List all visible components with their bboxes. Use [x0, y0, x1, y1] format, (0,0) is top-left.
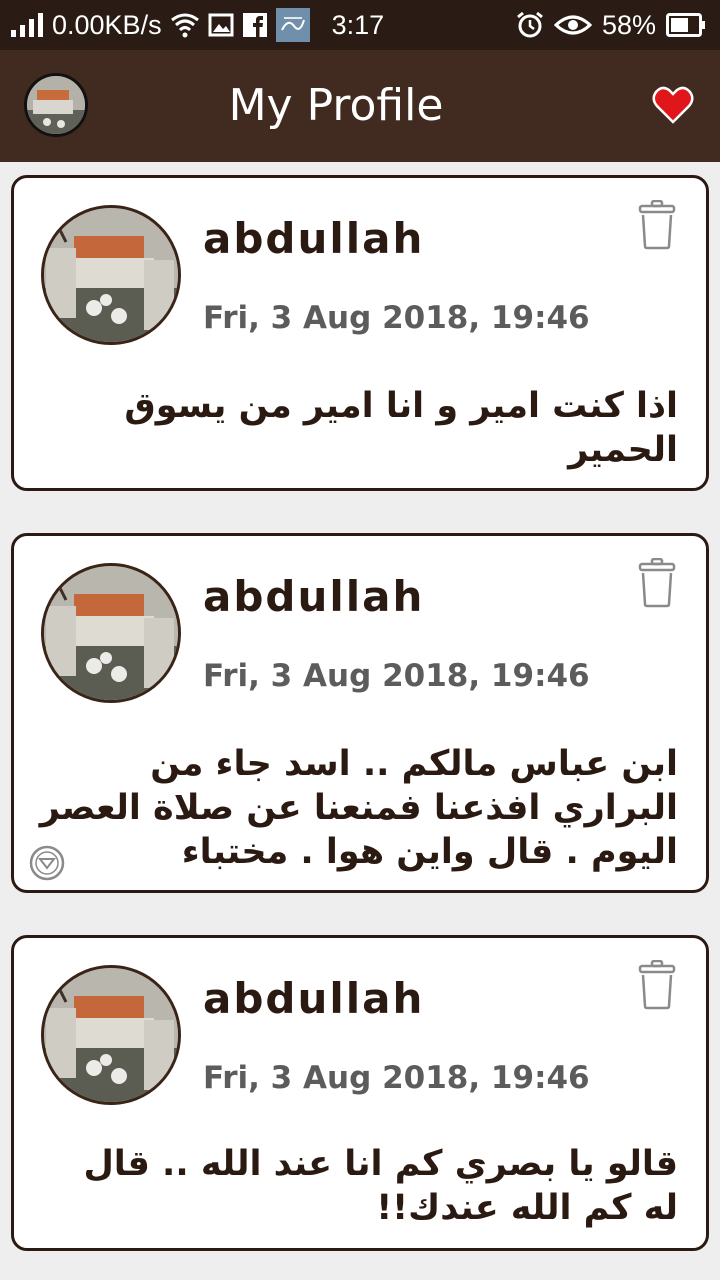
facebook-icon: [242, 13, 267, 37]
post-text: اذا كنت امير و انا امير من يسوق الحمير: [124, 386, 678, 470]
heart-icon[interactable]: [652, 86, 694, 124]
post-card[interactable]: abdullah Fri, 3 Aug 2018, 19:46 قالو يا …: [11, 935, 709, 1251]
post-card[interactable]: abdullah Fri, 3 Aug 2018, 19:46 اذا كنت …: [11, 175, 709, 491]
post-avatar[interactable]: [41, 563, 181, 703]
post-avatar[interactable]: [41, 205, 181, 345]
app-notification-icon: [275, 8, 310, 42]
eye-icon: [553, 15, 592, 35]
trash-icon[interactable]: [638, 200, 676, 250]
network-speed: 0.00KB/s: [52, 9, 162, 40]
app-bar: My Profile: [0, 50, 720, 162]
post-text: قالو يا بصري كم انا عند الله .. قال له ك…: [83, 1144, 678, 1228]
post-card[interactable]: abdullah Fri, 3 Aug 2018, 19:46 ابن عباس…: [11, 533, 709, 893]
status-bar: 0.00KB/s 3:17 58%: [0, 0, 720, 50]
page-title: My Profile: [228, 80, 444, 131]
post-text: ابن عباس مالكم .. اسد جاء من البراري افذ…: [39, 744, 678, 872]
expand-more-icon[interactable]: [28, 844, 66, 882]
post-author: abdullah: [203, 572, 425, 621]
battery-icon: [666, 13, 705, 37]
post-author: abdullah: [203, 974, 425, 1023]
trash-icon[interactable]: [638, 558, 676, 608]
trash-icon[interactable]: [638, 960, 676, 1010]
post-date: Fri, 3 Aug 2018, 19:46: [203, 658, 590, 694]
clock: 3:17: [331, 9, 385, 40]
post-date: Fri, 3 Aug 2018, 19:46: [203, 1060, 590, 1096]
image-icon: [208, 13, 234, 37]
alarm-icon: [517, 11, 543, 38]
signal-icon: [11, 13, 43, 37]
wifi-icon: [170, 13, 199, 38]
post-avatar[interactable]: [41, 965, 181, 1105]
post-date: Fri, 3 Aug 2018, 19:46: [203, 300, 590, 336]
battery-level: 58%: [601, 9, 656, 40]
post-author: abdullah: [203, 214, 425, 263]
